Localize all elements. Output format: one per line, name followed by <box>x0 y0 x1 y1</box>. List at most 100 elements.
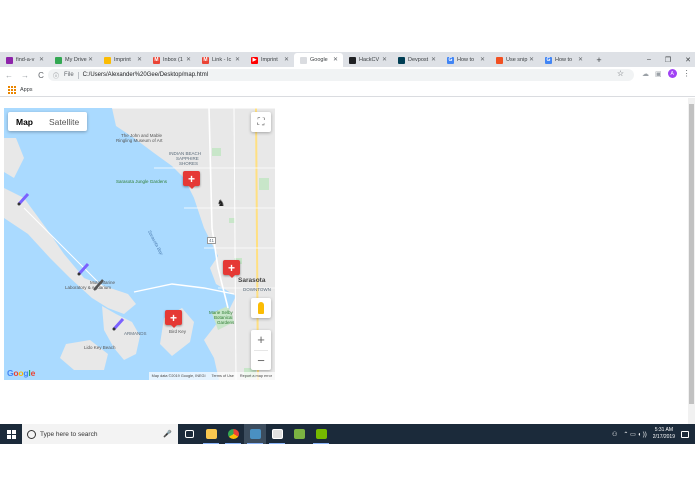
map-label-shores: SHORES <box>179 161 199 166</box>
url-text[interactable]: C:/Users/Alexander%20Gee/Desktop/map.htm… <box>83 72 208 78</box>
tabs-container: find-a-v ✕ My Drive ✕ Imprint ✕ M Inbox (1 ✕ M Lin… <box>0 53 588 67</box>
custom-marker-icon[interactable]: ♞ <box>217 198 225 209</box>
tab-strip: find-a-v ✕ My Drive ✕ Imprint ✕ M Inbox (1 ✕ M Lin… <box>0 52 695 67</box>
task-view-button[interactable] <box>178 424 200 444</box>
close-window-button[interactable]: ✕ <box>685 56 691 64</box>
hospital-marker[interactable]: + <box>165 310 182 328</box>
apps-bookmark-label[interactable]: Apps <box>20 87 33 93</box>
map-label-selby-gardens: Gardens <box>217 320 235 325</box>
map-pin-icon[interactable] <box>112 317 126 331</box>
taskbar-search-placeholder[interactable]: Type here to search <box>40 431 97 438</box>
scrollbar-thumb[interactable] <box>689 104 694 404</box>
address-bar[interactable]: ⓘ File C:/Users/Alexander%20Gee/Desktop/… <box>48 69 634 81</box>
tab-close-icon[interactable]: ✕ <box>137 56 142 63</box>
terms-of-use-link[interactable]: Terms of Use <box>212 374 234 378</box>
tab-favicon-icon: M <box>202 56 209 64</box>
map-pin-icon[interactable] <box>17 192 31 206</box>
taskbar-photos[interactable] <box>266 424 288 444</box>
report-error-link[interactable]: Report a map error <box>240 374 272 378</box>
map-label-armands: ARMANDS <box>124 331 147 336</box>
page-scrollbar[interactable] <box>688 98 695 424</box>
browser-tab[interactable]: ▶ Imprint ✕ <box>245 53 294 67</box>
screen: find-a-v ✕ My Drive ✕ Imprint ✕ M Inbox (1 ✕ M Lin… <box>0 0 695 494</box>
browser-tab[interactable]: G How to ✕ <box>539 53 588 67</box>
taskbar-file-explorer[interactable] <box>200 424 222 444</box>
page-content: The John and Mable Ringling Museum of Ar… <box>0 98 688 424</box>
cortana-icon <box>27 429 36 439</box>
map-pin-icon[interactable] <box>77 262 91 276</box>
tab-close-icon[interactable]: ✕ <box>578 56 583 63</box>
map-type-map-button[interactable]: Map <box>8 112 41 131</box>
browser-tab[interactable]: Devpost ✕ <box>392 53 441 67</box>
minimize-button[interactable]: – <box>647 56 651 63</box>
browser-tab[interactable]: Use snip ✕ <box>490 53 539 67</box>
notification-center-icon[interactable] <box>681 430 689 438</box>
google-map[interactable]: The John and Mable Ringling Museum of Ar… <box>4 108 275 380</box>
reload-button[interactable]: C <box>34 68 48 82</box>
clock-date: 2/17/2019 <box>652 434 675 440</box>
back-button[interactable]: ← <box>2 68 16 82</box>
taskbar-chrome[interactable] <box>222 424 244 444</box>
browser-menu-icon[interactable]: ⋮ <box>683 69 691 78</box>
browser-tab[interactable]: My Drive ✕ <box>49 53 98 67</box>
browser-tab[interactable]: HackCV ✕ <box>343 53 392 67</box>
map-label-bird-key: Bird Key <box>169 329 187 334</box>
clock-time: 5:31 AM <box>654 427 674 433</box>
windows-taskbar: Type here to search 🎤 ⚇ ⌃ ▭ ◖ )) 5:31 AM… <box>0 424 695 444</box>
tab-favicon-icon <box>300 56 307 64</box>
cloud-extension-icon[interactable]: ☁ <box>642 70 649 78</box>
hospital-marker[interactable]: + <box>223 260 240 278</box>
map-data-credit: Map data ©2019 Google, INEGI <box>151 374 206 378</box>
map-canvas[interactable] <box>4 108 275 380</box>
apps-grid-icon[interactable] <box>8 85 16 94</box>
browser-tab[interactable]: Google ✕ <box>294 53 343 67</box>
tray-icons[interactable]: ⌃ ▭ ◖ )) <box>623 431 646 438</box>
start-button[interactable] <box>0 424 22 444</box>
taskbar-sheets[interactable] <box>288 424 310 444</box>
browser-tab[interactable]: M Inbox (1 ✕ <box>147 53 196 67</box>
tab-favicon-icon: G <box>447 56 454 64</box>
tab-close-icon[interactable]: ✕ <box>235 56 240 63</box>
profile-avatar[interactable]: A <box>667 69 677 78</box>
map-pin-icon[interactable] <box>92 278 106 292</box>
taskbar-snipping-tool[interactable] <box>244 424 266 444</box>
browser-tab[interactable]: find-a-v ✕ <box>0 53 49 67</box>
tab-close-icon[interactable]: ✕ <box>284 56 289 63</box>
map-label-lido-beach: Lido Key Beach <box>84 345 116 350</box>
browser-toolbar: ← → C ⓘ File C:/Users/Alexander%20Gee/De… <box>0 67 695 83</box>
forward-button[interactable]: → <box>18 68 32 82</box>
tray-people-icon[interactable]: ⚇ <box>612 431 617 438</box>
extensions-area: ☁ ▣ A ⋮ <box>642 69 691 78</box>
info-icon[interactable]: ⓘ <box>53 71 61 80</box>
tab-close-icon[interactable]: ✕ <box>480 56 485 63</box>
browser-tab[interactable]: Imprint ✕ <box>98 53 147 67</box>
fullscreen-button[interactable]: ⛶ <box>251 112 271 132</box>
tab-close-icon[interactable]: ✕ <box>88 56 93 63</box>
maximize-button[interactable]: ❐ <box>665 56 671 64</box>
taskbar-clock[interactable]: 5:31 AM 2/17/2019 <box>653 427 675 441</box>
tab-close-icon[interactable]: ✕ <box>431 56 436 63</box>
tab-favicon-icon <box>349 56 356 64</box>
tab-close-icon[interactable]: ✕ <box>529 56 534 63</box>
browser-tab[interactable]: G How to ✕ <box>441 53 490 67</box>
taskbar-search-box[interactable]: Type here to search 🎤 <box>22 424 178 444</box>
map-type-satellite-button[interactable]: Satellite <box>41 112 87 131</box>
microphone-icon[interactable]: 🎤 <box>163 430 172 438</box>
hospital-marker[interactable]: + <box>183 171 200 189</box>
map-label-jungle-gardens: Sarasota Jungle Gardens <box>116 179 168 184</box>
zoom-out-button[interactable]: − <box>251 350 271 370</box>
taskbar-nvidia[interactable] <box>310 424 332 444</box>
map-label-route-41: 41 <box>207 237 217 244</box>
map-type-control: Map Satellite <box>8 112 88 131</box>
tab-close-icon[interactable]: ✕ <box>382 56 387 63</box>
street-view-pegman-icon[interactable] <box>251 298 271 318</box>
tab-close-icon[interactable]: ✕ <box>186 56 191 63</box>
url-scheme: File <box>64 72 74 78</box>
tab-close-icon[interactable]: ✕ <box>333 56 338 63</box>
new-tab-button[interactable]: + <box>592 53 606 67</box>
bookmark-star-icon[interactable]: ☆ <box>617 69 624 78</box>
zoom-in-button[interactable]: + <box>251 330 271 350</box>
extension-icon[interactable]: ▣ <box>655 70 662 78</box>
tab-close-icon[interactable]: ✕ <box>39 56 44 63</box>
browser-tab[interactable]: M Link - Ic ✕ <box>196 53 245 67</box>
